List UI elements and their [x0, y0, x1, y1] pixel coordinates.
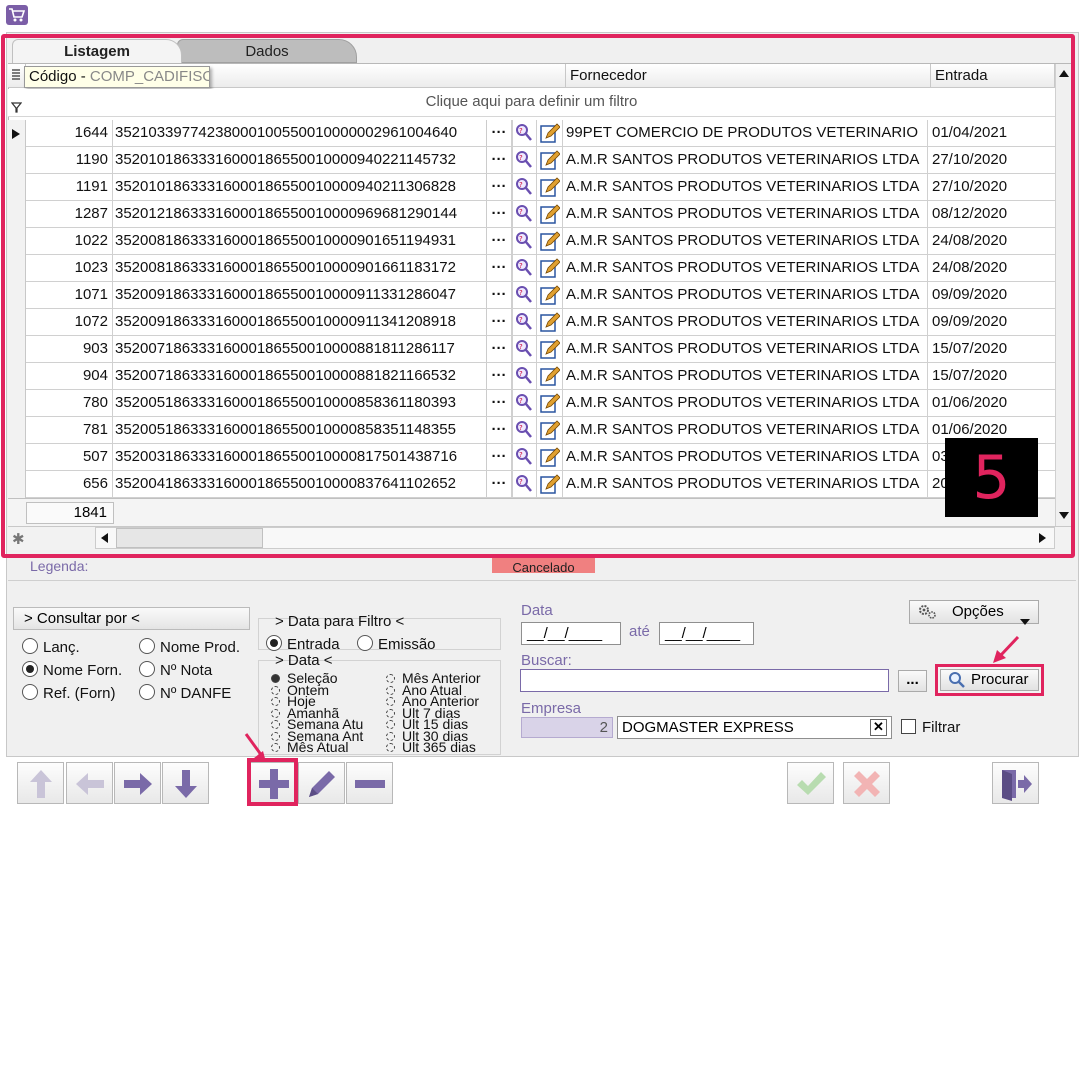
radio-nome-forn[interactable]: Nome Forn. [22, 661, 122, 679]
data-option[interactable]: Ontem [271, 683, 363, 697]
radio-icon [386, 743, 395, 752]
radio-icon [271, 685, 280, 695]
radio-icon [271, 674, 280, 683]
confirm-button[interactable] [787, 762, 834, 804]
x-icon [854, 771, 880, 797]
data-options-right: Mês Anterior Ano Atual Ano Anterior Ult 7 d… [386, 671, 481, 754]
radio-icon [22, 684, 38, 700]
procurar-label: Procurar [971, 671, 1029, 688]
data-options-left: Seleção Ontem Hoje Amanhã Semana Atu Semana A… [271, 671, 363, 754]
radio-icon [386, 731, 395, 741]
search-icon [948, 671, 966, 695]
step-number-badge: 5 [945, 438, 1038, 517]
edit-button[interactable] [298, 762, 345, 804]
pencil-icon [309, 771, 335, 797]
clear-empresa-icon[interactable]: ✕ [870, 719, 887, 736]
exit-button[interactable] [992, 762, 1039, 804]
data-group-title: > Data < [275, 652, 333, 669]
radio-icon-selected [266, 635, 282, 651]
checkbox-icon [901, 719, 916, 734]
radio-icon [271, 708, 280, 718]
radio-icon [271, 720, 280, 729]
cancel-button[interactable] [843, 762, 890, 804]
radio-ref-forn[interactable]: Ref. (Forn) [22, 684, 116, 702]
separator [8, 580, 1076, 581]
radio-icon [386, 685, 395, 695]
opcoes-button[interactable]: Opções [909, 600, 1039, 627]
opcoes-label: Opções [952, 603, 1004, 620]
date-from-input[interactable]: __/__/____ [521, 622, 621, 645]
radio-icon [22, 638, 38, 654]
consultar-por-button[interactable]: > Consultar por < [13, 607, 250, 630]
data-option[interactable]: Mês Atual [271, 740, 363, 754]
buscar-lookup-button[interactable]: ... [898, 670, 927, 692]
legend-label: Legenda: [30, 558, 89, 574]
highlight-frame [1, 34, 1075, 558]
radio-icon [357, 635, 373, 651]
radio-icon [386, 674, 395, 683]
arrow-down-icon [175, 770, 197, 798]
procurar-button[interactable]: Procurar [935, 664, 1044, 696]
remove-button[interactable] [346, 762, 393, 804]
radio-lanc[interactable]: Lanç. [22, 638, 80, 656]
radio-numero-nota[interactable]: Nº Nota [139, 661, 212, 679]
empresa-label: Empresa [521, 700, 582, 717]
add-button-highlight [247, 758, 298, 806]
minus-icon [355, 780, 385, 788]
arrow-left-icon [76, 773, 104, 795]
radio-icon-selected [22, 661, 38, 677]
ate-label: até [629, 623, 650, 640]
radio-numero-danfe[interactable]: Nº DANFE [139, 684, 231, 702]
radio-nome-prod[interactable]: Nome Prod. [139, 638, 240, 656]
move-previous-button[interactable] [66, 762, 113, 804]
chevron-down-icon [1020, 610, 1030, 632]
radio-icon [386, 697, 395, 706]
move-first-button[interactable] [17, 762, 64, 804]
radio-icon [386, 720, 395, 729]
filtrar-checkbox[interactable]: Filtrar [901, 719, 960, 736]
legend-cancelado: Cancelado [492, 558, 595, 573]
arrow-up-icon [30, 770, 52, 798]
buscar-input[interactable] [520, 669, 889, 692]
date-to-input[interactable]: __/__/____ [659, 622, 754, 645]
cart-icon [6, 5, 28, 25]
arrow-right-icon [124, 773, 152, 795]
gears-icon [918, 604, 938, 627]
radio-icon [271, 697, 280, 706]
radio-icon [271, 731, 280, 741]
empresa-code-input[interactable]: 2 [521, 717, 613, 738]
radio-icon [139, 684, 155, 700]
radio-emissao[interactable]: Emissão [357, 635, 436, 653]
radio-entrada[interactable]: Entrada [266, 635, 340, 653]
radio-icon [271, 743, 280, 752]
data-filtro-title: > Data para Filtro < [275, 613, 405, 630]
data-label: Data [521, 602, 553, 619]
data-option[interactable]: Ult 365 dias [386, 740, 481, 754]
radio-icon [139, 638, 155, 654]
radio-icon [386, 708, 395, 718]
check-icon [797, 772, 826, 795]
empresa-name-input[interactable]: DOGMASTER EXPRESS [617, 716, 892, 739]
radio-icon [139, 661, 155, 677]
buscar-label: Buscar: [521, 652, 572, 669]
exit-icon [1002, 770, 1032, 801]
move-last-button[interactable] [162, 762, 209, 804]
move-next-button[interactable] [114, 762, 161, 804]
